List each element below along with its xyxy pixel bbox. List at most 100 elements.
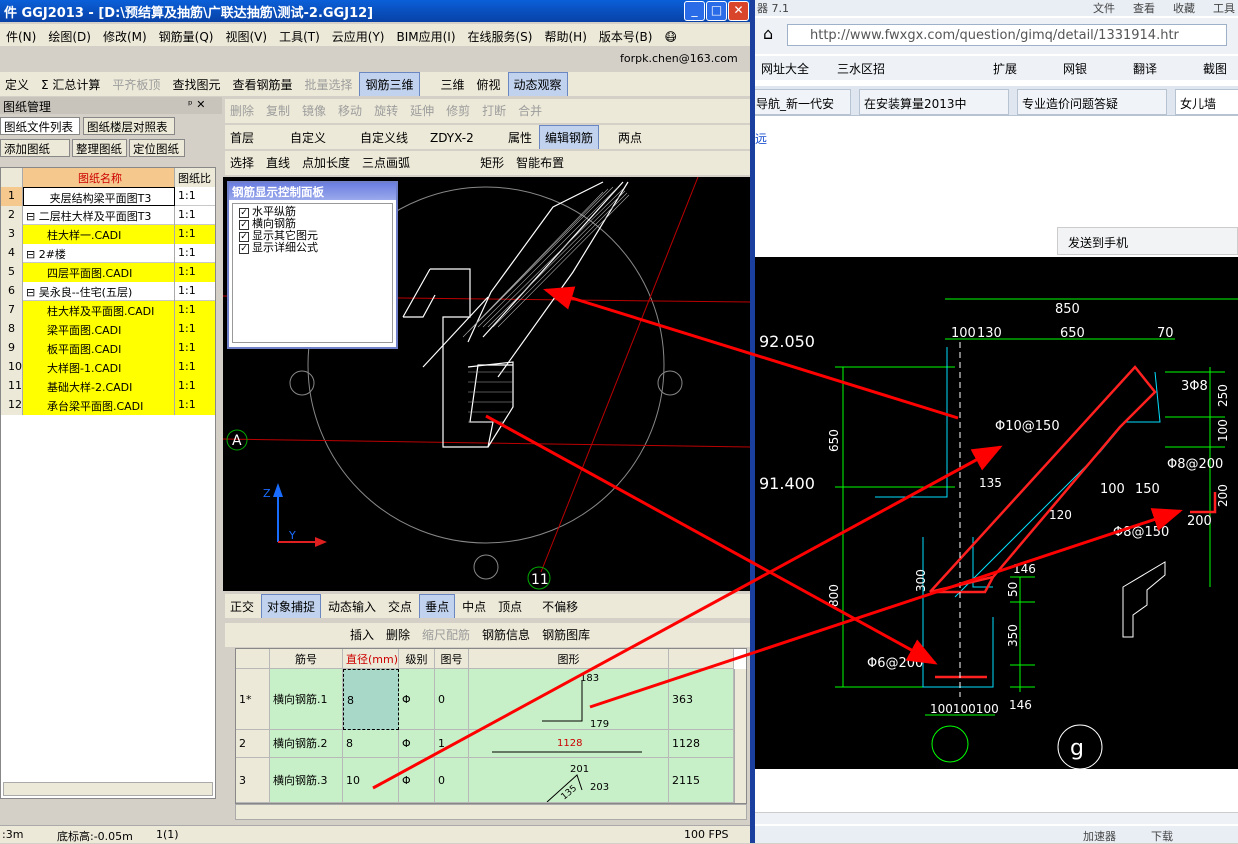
col-name[interactable]: 筋号 [270,649,343,669]
menu-online[interactable]: 在线服务(S) [462,24,539,45]
vertex-button[interactable]: 顶点 [493,595,527,618]
rebar-name-cell[interactable]: 横向钢筋.3 [270,758,343,803]
checkbox-formula[interactable]: ✓ 显示详细公式 [233,242,392,254]
list-item[interactable]: 5 四层平面图.CADI 1:1 [1,263,215,282]
fig-cell[interactable]: 1 [435,730,469,758]
maximize-button[interactable]: □ [706,1,727,21]
bookmark-3[interactable]: 扩展 [993,60,1017,77]
browser-menu-fav[interactable]: 收藏 [1173,0,1195,16]
line-select[interactable]: 自定义线 [355,126,423,149]
rotate-button[interactable]: 旋转 [369,99,403,122]
list-item[interactable]: 2 ⊟ 二层柱大样及平面图T3 1:1 [1,206,215,225]
ortho-button[interactable]: 正交 [225,595,259,618]
list-item[interactable]: 6 ⊟ 吴永良--住宅(五层) 1:1 [1,282,215,301]
find-button[interactable]: 查找图元 [167,73,225,96]
orbit-button[interactable]: 动态观察 [507,72,568,96]
rebar-lib-button[interactable]: 钢筋图库 [537,623,595,646]
mid-button[interactable]: 中点 [457,595,491,618]
menu-file[interactable]: 件(N) [0,24,42,45]
list-item[interactable]: 1 夹层结构梁平面图T3 1:1 [1,187,215,206]
menu-version[interactable]: 版本号(B) [593,24,659,45]
tab-file-list[interactable]: 图纸文件列表 [0,117,80,135]
offset-select[interactable]: 不偏移 [537,595,583,618]
break-button[interactable]: 打断 [477,99,511,122]
top-view-button[interactable]: 俯视 [472,73,506,96]
level-cell[interactable]: Φ [399,730,435,758]
menu-view[interactable]: 视图(V) [219,24,273,45]
bookmark-5[interactable]: 翻译 [1133,60,1157,77]
home-icon[interactable]: ⌂ [763,24,773,43]
two-point-button[interactable]: 两点 [613,126,647,149]
point-length-button[interactable]: 点加长度 [297,151,355,174]
grid-row-number[interactable]: 2 [236,730,270,758]
grid-h-scrollbar[interactable] [235,804,747,820]
3d-button[interactable]: 三维 [436,73,470,96]
rebar-name-cell[interactable]: 横向钢筋.2 [270,730,343,758]
avatar-icon[interactable]: 😷 [658,26,683,44]
fig-cell[interactable]: 0 [435,758,469,803]
edit-rebar-button[interactable]: 编辑钢筋 [539,125,600,149]
dyn-input-button[interactable]: 动态输入 [323,595,381,618]
copy-button[interactable]: 复制 [261,99,295,122]
list-item[interactable]: 8 梁平面图.CADI 1:1 [1,320,215,339]
diameter-cell[interactable]: 8 [343,669,399,730]
browser-tab-2[interactable]: 在安装算量2013中 [859,89,1009,115]
grid-scrollbar[interactable] [734,669,746,803]
arc-button[interactable]: 三点画弧 [357,151,415,174]
browser-tab-3[interactable]: 专业造价问题答疑 [1017,89,1167,115]
merge-button[interactable]: 合并 [513,99,547,122]
diameter-cell[interactable]: 10 [343,758,399,803]
rebar-3d-button[interactable]: 钢筋三维 [359,72,420,96]
download-button[interactable]: 下载 [1151,828,1173,843]
delete-button[interactable]: 删除 [225,99,259,122]
list-item[interactable]: 12 承台梁平面图.CADI 1:1 [1,396,215,415]
browser-menu-file[interactable]: 文件 [1093,0,1115,16]
grid-delete-button[interactable]: 删除 [381,623,415,646]
flush-slab-button[interactable]: 平齐板顶 [107,73,165,96]
length-cell[interactable]: 1128 [669,730,734,758]
menu-help[interactable]: 帮助(H) [538,24,592,45]
select-button[interactable]: 选择 [225,151,259,174]
smart-layout-button[interactable]: 智能布置 [511,151,569,174]
list-item[interactable]: 9 板平面图.CADI 1:1 [1,339,215,358]
perp-button[interactable]: 垂点 [419,594,456,618]
col-diameter[interactable]: 直径(mm) [343,649,399,669]
move-button[interactable]: 移动 [333,99,367,122]
side-link[interactable]: 远 [755,130,767,147]
code-select[interactable]: ZDYX-2 [425,128,501,148]
menu-modify[interactable]: 修改(M) [97,24,153,45]
osnap-button[interactable]: 对象捕捉 [261,594,322,618]
list-item[interactable]: 3 柱大样一.CADI 1:1 [1,225,215,244]
minimize-button[interactable]: _ [684,1,705,21]
line-button[interactable]: 直线 [261,151,295,174]
bookmark-1[interactable]: 网址大全 [761,60,809,77]
rebar-info-button[interactable]: 钢筋信息 [477,623,535,646]
rebar-name-cell[interactable]: 横向钢筋.1 [270,669,343,730]
grid-row-number[interactable]: 3 [236,758,270,803]
list-item[interactable]: 11 基础大样-2.CADI 1:1 [1,377,215,396]
bookmark-6[interactable]: 截图 [1203,60,1227,77]
accelerator-button[interactable]: 加速器 [1083,828,1116,843]
fig-cell[interactable]: 0 [435,669,469,730]
trim-button[interactable]: 修剪 [441,99,475,122]
insert-button[interactable]: 插入 [345,623,379,646]
menu-cloud[interactable]: 云应用(Y) [326,24,391,45]
browser-menu-view[interactable]: 查看 [1133,0,1155,16]
bookmark-2[interactable]: 三水区招 [837,60,885,77]
close-button[interactable]: ✕ [728,1,749,21]
level-cell[interactable]: Φ [399,669,435,730]
tab-floor-map[interactable]: 图纸楼层对照表 [83,117,175,135]
list-item[interactable]: 7 柱大样及平面图.CADI 1:1 [1,301,215,320]
calc-button[interactable]: Σ 汇总计算 [36,73,105,96]
browser-tab-4[interactable]: 女儿墙 [1175,89,1238,115]
col-length[interactable] [669,649,734,669]
type-select[interactable]: 自定义 [285,126,353,149]
browser-tab-1[interactable]: 导航_新一代安 [755,89,851,115]
header-name[interactable]: 图纸名称 [23,168,175,187]
mirror-button[interactable]: 镜像 [297,99,331,122]
grid-row-number[interactable]: 1* [236,669,270,730]
organize-drawing-button[interactable]: 整理图纸 [72,139,127,157]
list-item[interactable]: 4 ⊟ 2#楼 1:1 [1,244,215,263]
bookmark-4[interactable]: 网银 [1063,60,1087,77]
batch-select-button[interactable]: 批量选择 [299,73,357,96]
